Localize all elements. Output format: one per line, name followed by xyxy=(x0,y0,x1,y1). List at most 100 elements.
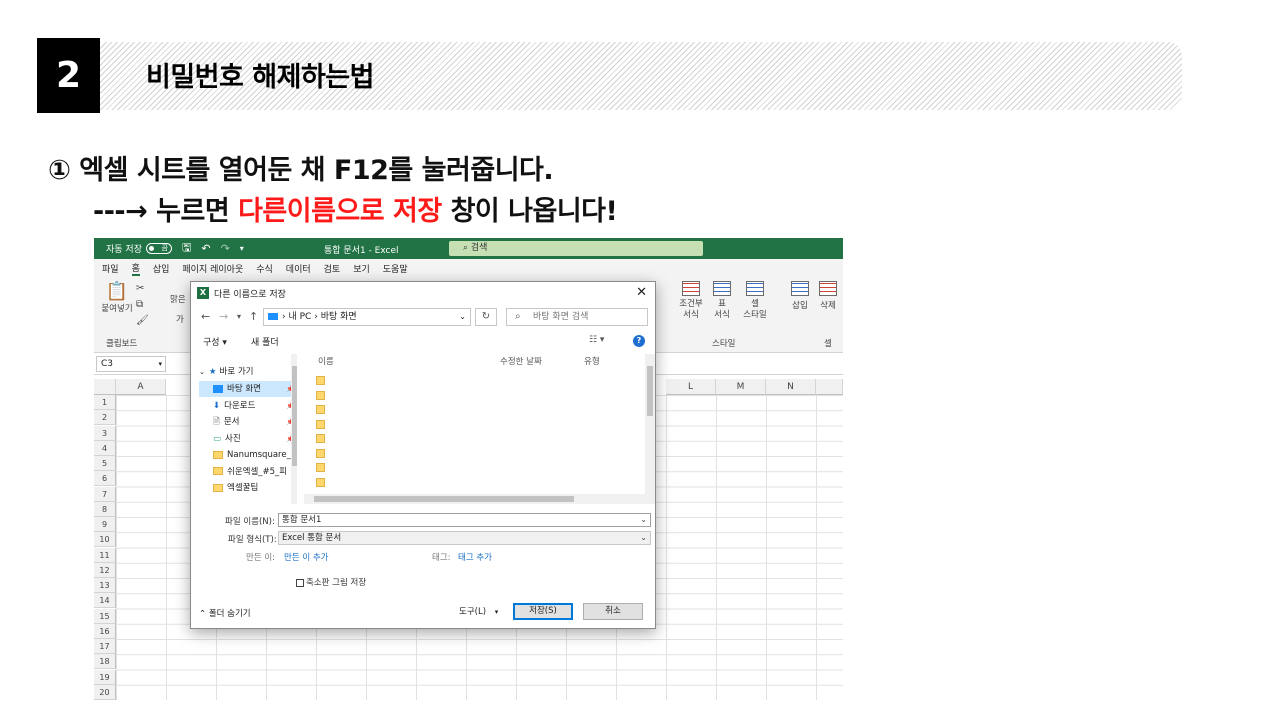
tree-scrollbar[interactable] xyxy=(291,354,297,504)
refresh-icon[interactable]: ↻ xyxy=(475,308,497,326)
file-list-vscrollbar[interactable] xyxy=(645,354,655,494)
cancel-button[interactable]: 취소 xyxy=(583,603,643,620)
autosave-toggle[interactable]: 끔 xyxy=(145,243,172,254)
row-header[interactable]: 12 xyxy=(94,562,116,578)
address-bar[interactable]: › 내 PC › 바탕 화면 ⌄ xyxy=(263,308,471,326)
help-icon[interactable]: ? xyxy=(633,335,645,347)
format-table-button[interactable]: 표 서식 xyxy=(708,281,736,321)
row-header[interactable]: 3 xyxy=(94,425,116,441)
file-name-input[interactable]: 통합 문서1 ⌄ xyxy=(278,513,651,527)
ribbon-tab[interactable]: 보기 xyxy=(353,262,370,275)
row-header[interactable]: 18 xyxy=(94,654,116,670)
excel-search-box[interactable]: ⌕ 검색 xyxy=(449,241,703,256)
folder-icon[interactable] xyxy=(316,434,325,443)
row-header[interactable]: 15 xyxy=(94,608,116,624)
row-header[interactable]: 7 xyxy=(94,486,116,502)
thumbnail-checkbox[interactable]: 축소판 그림 저장 xyxy=(296,576,366,588)
ribbon-tab[interactable]: 페이지 레이아웃 xyxy=(182,262,243,275)
up-folder-icon[interactable]: ↑ xyxy=(249,310,258,323)
cut-icon[interactable]: ✂ xyxy=(136,283,144,294)
ribbon-tab[interactable]: 검토 xyxy=(324,262,341,275)
row-header[interactable]: 5 xyxy=(94,456,116,471)
ribbon-tab[interactable]: 수식 xyxy=(256,262,273,275)
nav-item[interactable]: 🗎문서📌 xyxy=(199,414,297,430)
folder-icon[interactable] xyxy=(316,390,325,400)
nav-item[interactable]: ▭사진📌 xyxy=(199,431,297,447)
folder-icon[interactable] xyxy=(316,419,325,429)
column-header-name[interactable]: 이름 xyxy=(318,354,334,370)
column-header[interactable]: A xyxy=(116,379,166,395)
nav-item[interactable]: Nanumsquare_a xyxy=(199,447,297,463)
hide-folders-button[interactable]: ⌃ 폴더 숨기기 xyxy=(199,607,251,619)
save-button[interactable]: 저장(S) xyxy=(513,603,573,620)
ribbon-tab[interactable]: 도움말 xyxy=(383,262,408,275)
row-header[interactable]: 1 xyxy=(94,395,116,410)
copy-icon[interactable]: ⧉ xyxy=(136,299,143,310)
file-list-hscrollbar[interactable] xyxy=(304,494,655,504)
ribbon-tab[interactable]: 삽입 xyxy=(153,262,170,275)
nav-item[interactable]: ⬇다운로드📌 xyxy=(199,398,297,414)
row-header[interactable]: 11 xyxy=(94,547,116,563)
select-all-corner[interactable] xyxy=(94,379,116,395)
font-name-field[interactable]: 맑은 xyxy=(170,293,186,305)
organize-menu[interactable]: 구성 ▾ xyxy=(203,335,227,348)
folder-icon[interactable] xyxy=(316,463,325,472)
column-header-type[interactable]: 유형 xyxy=(584,354,600,370)
file-type-select[interactable]: Excel 통합 문서 ⌄ xyxy=(278,531,651,545)
forward-icon[interactable]: → xyxy=(219,310,228,323)
step-badge: 2 xyxy=(37,38,100,113)
nav-item[interactable]: 쉬운엑셀_#5_피 xyxy=(199,464,297,480)
save-icon[interactable]: 🖫 xyxy=(182,239,191,258)
view-options-icon[interactable]: ☷ ▾ xyxy=(589,335,604,345)
recent-locations-icon[interactable]: ▾ xyxy=(237,312,241,321)
chevron-down-icon[interactable]: ⌄ xyxy=(459,309,466,325)
customize-icon[interactable]: ▾ xyxy=(240,244,244,253)
ribbon-tab[interactable]: 데이터 xyxy=(286,262,311,275)
row-header[interactable]: 9 xyxy=(94,517,116,532)
row-header[interactable]: 17 xyxy=(94,639,116,654)
back-icon[interactable]: ← xyxy=(201,310,210,323)
column-header-partial[interactable] xyxy=(816,379,843,395)
ribbon-tab[interactable]: 홈 xyxy=(131,261,140,276)
row-header[interactable]: 10 xyxy=(94,532,116,548)
row-header[interactable]: 16 xyxy=(94,623,116,639)
insert-cells-button[interactable]: 삽입 xyxy=(786,281,814,311)
redo-icon[interactable]: ↷ xyxy=(221,242,230,255)
quick-access-item[interactable]: ⌄ ★ 바로 가기 xyxy=(199,364,297,380)
column-header[interactable]: L xyxy=(666,379,716,395)
row-header[interactable]: 13 xyxy=(94,578,116,593)
name-box[interactable]: C3 ▾ xyxy=(96,356,166,372)
ribbon-tab[interactable]: 파일 xyxy=(102,262,119,275)
paste-button[interactable]: 📋 붙여넣기 xyxy=(100,281,134,314)
cell-style-button[interactable]: 셀 스타일 xyxy=(738,281,772,321)
row-header[interactable]: 8 xyxy=(94,501,116,517)
add-author-link[interactable]: 만든 이 추가 xyxy=(284,551,329,563)
close-icon[interactable]: ✕ xyxy=(636,285,647,300)
row-header[interactable]: 6 xyxy=(94,471,116,487)
breadcrumb-desktop[interactable]: 바탕 화면 xyxy=(321,312,357,322)
folder-search-input[interactable]: ⌕ 바탕 화면 검색 xyxy=(506,308,648,326)
tools-menu[interactable]: 도구(L) ▾ xyxy=(459,605,498,617)
folder-icon[interactable] xyxy=(316,448,325,458)
row-header[interactable]: 14 xyxy=(94,593,116,609)
add-tags-link[interactable]: 태그 추가 xyxy=(458,551,492,563)
column-header[interactable]: N xyxy=(766,379,816,395)
bold-button[interactable]: 가 xyxy=(176,313,184,325)
breadcrumb-pc[interactable]: 내 PC xyxy=(288,312,311,322)
column-header[interactable]: M xyxy=(716,379,766,395)
row-header[interactable]: 19 xyxy=(94,669,116,685)
delete-cells-button[interactable]: 삭제 xyxy=(814,281,842,311)
conditional-format-button[interactable]: 조건부 서식 xyxy=(676,281,706,321)
new-folder-button[interactable]: 새 폴더 xyxy=(251,335,279,348)
nav-item[interactable]: 엑셀꿀팁 xyxy=(199,480,297,496)
undo-icon[interactable]: ↶ xyxy=(201,242,210,255)
row-header[interactable]: 20 xyxy=(94,684,116,700)
nav-item[interactable]: 바탕 화면📌 xyxy=(199,381,297,397)
format-painter-icon[interactable]: 🖌 xyxy=(136,315,149,326)
row-header[interactable]: 2 xyxy=(94,410,116,426)
folder-icon[interactable] xyxy=(316,405,325,414)
row-header[interactable]: 4 xyxy=(94,440,116,456)
column-header-modified[interactable]: 수정한 날짜 xyxy=(500,354,542,370)
folder-icon[interactable] xyxy=(316,376,325,385)
folder-icon[interactable] xyxy=(316,477,325,487)
